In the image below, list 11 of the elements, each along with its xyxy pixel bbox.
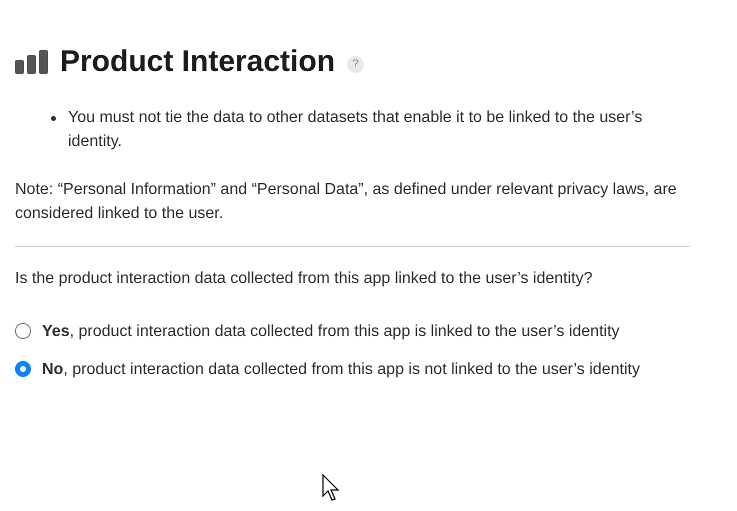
bullet-text: You must not tie the data to other datasets that enable it to be linked to the user’s identity. (68, 108, 644, 152)
note-text: Note: “Personal Information” and “Personal Data”, as defined under relevant privacy laws, are considered linked to the user. (15, 180, 678, 224)
option-label: No, product interaction data collected from this app is not linked to the user’s identity (42, 360, 640, 380)
section-title: Product Interaction (60, 47, 336, 77)
radio-button[interactable] (15, 323, 31, 339)
help-button[interactable]: ? (347, 56, 364, 72)
mouse-pointer-icon (322, 474, 341, 502)
question-text: Is the product interaction data collected from this app linked to the user’s identity? (15, 269, 594, 289)
bar-chart-icon (15, 50, 48, 74)
radio-button[interactable] (15, 361, 31, 377)
option-label: Yes, product interaction data collected from this app is linked to the user’s identity (42, 322, 620, 342)
